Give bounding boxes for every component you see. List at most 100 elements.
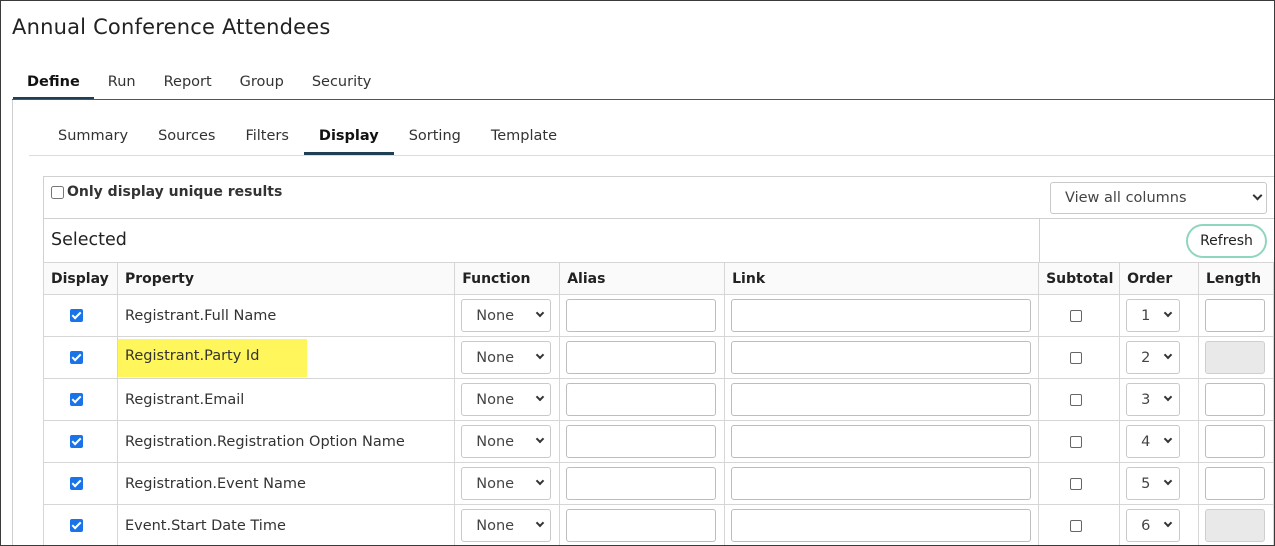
- link-input[interactable]: [731, 467, 1032, 500]
- chevron-down-icon: [1252, 190, 1263, 201]
- unique-results-option[interactable]: Only display unique results: [51, 184, 282, 200]
- function-value: None: [476, 350, 515, 366]
- display-checkbox[interactable]: [69, 351, 83, 364]
- property-name: Registration.Event Name: [124, 475, 306, 492]
- view-columns-select[interactable]: View all columns: [1050, 182, 1267, 214]
- link-input[interactable]: [731, 383, 1032, 416]
- function-select[interactable]: None: [461, 383, 552, 416]
- refresh-button[interactable]: Refresh: [1186, 224, 1267, 258]
- table-header-row: Display Property Function Alias Link Sub…: [43, 262, 1274, 295]
- selected-divider: [1039, 218, 1040, 262]
- chevron-down-icon: [535, 350, 545, 360]
- display-checkbox[interactable]: [69, 477, 83, 490]
- subtab-sources[interactable]: Sources: [143, 125, 230, 155]
- order-select[interactable]: 5: [1126, 467, 1181, 500]
- function-select[interactable]: None: [461, 509, 552, 542]
- length-input[interactable]: [1204, 425, 1265, 458]
- table-row: Event.Start Date Time None 6: [43, 504, 1274, 545]
- link-input[interactable]: [731, 425, 1032, 458]
- unique-results-label: Only display unique results: [67, 184, 283, 200]
- display-columns-table: Display Property Function Alias Link Sub…: [43, 262, 1274, 545]
- order-value: 2: [1141, 350, 1151, 366]
- tab-security[interactable]: Security: [298, 71, 386, 100]
- alias-input[interactable]: [566, 299, 717, 332]
- chevron-down-icon: [535, 392, 545, 402]
- function-select[interactable]: None: [461, 341, 552, 374]
- function-select[interactable]: None: [461, 467, 552, 500]
- selected-heading: Selected: [51, 230, 127, 250]
- link-input[interactable]: [731, 509, 1032, 542]
- length-input-disabled: [1204, 341, 1265, 374]
- order-select[interactable]: 3: [1126, 383, 1181, 416]
- alias-input[interactable]: [566, 425, 717, 458]
- order-value: 3: [1141, 392, 1151, 408]
- subtotal-checkbox[interactable]: [1070, 477, 1083, 490]
- tab-run[interactable]: Run: [94, 71, 150, 100]
- subtab-sorting[interactable]: Sorting: [394, 125, 476, 155]
- report-window: Annual Conference Attendees Define Run R…: [0, 0, 1275, 546]
- column-header-alias: Alias: [559, 262, 726, 295]
- function-select[interactable]: None: [461, 299, 552, 332]
- alias-input[interactable]: [566, 383, 717, 416]
- main-tab-divider: [12, 99, 1274, 100]
- display-checkbox[interactable]: [69, 519, 83, 532]
- property-name: Registrant.Email: [124, 391, 245, 408]
- column-header-order: Order: [1119, 262, 1199, 295]
- chevron-down-icon: [535, 476, 545, 486]
- main-tab-bar: Define Run Report Group Security: [13, 71, 385, 101]
- length-input[interactable]: [1204, 383, 1265, 416]
- property-name: Registrant.Full Name: [124, 307, 277, 324]
- column-header-display: Display: [43, 262, 118, 295]
- function-select[interactable]: None: [461, 425, 552, 458]
- link-input[interactable]: [731, 299, 1032, 332]
- column-header-length: Length: [1197, 262, 1274, 295]
- column-header-link: Link: [724, 262, 1040, 295]
- property-name: Event.Start Date Time: [124, 517, 286, 534]
- subtotal-checkbox[interactable]: [1070, 351, 1083, 364]
- view-columns-value: View all columns: [1065, 190, 1187, 206]
- order-select[interactable]: 4: [1126, 425, 1181, 458]
- chevron-down-icon: [1163, 308, 1173, 318]
- length-input[interactable]: [1204, 467, 1265, 500]
- display-checkbox[interactable]: [69, 309, 83, 322]
- function-value: None: [476, 308, 515, 324]
- order-select[interactable]: 6: [1126, 509, 1181, 542]
- tab-report[interactable]: Report: [150, 71, 226, 100]
- property-name-highlighted: Registrant.Party Id: [117, 338, 308, 377]
- function-value: None: [476, 434, 515, 450]
- display-checkbox[interactable]: [69, 393, 83, 406]
- column-header-function: Function: [454, 262, 561, 295]
- subtab-template[interactable]: Template: [476, 125, 572, 155]
- chevron-down-icon: [1163, 476, 1173, 486]
- order-select[interactable]: 2: [1126, 341, 1181, 374]
- alias-input[interactable]: [566, 341, 717, 374]
- table-row: Registration.Registration Option Name No…: [43, 420, 1274, 463]
- sub-tab-bar: Summary Sources Filters Display Sorting …: [43, 125, 572, 155]
- link-input[interactable]: [731, 341, 1032, 374]
- alias-input[interactable]: [566, 509, 717, 542]
- subtotal-checkbox[interactable]: [1070, 393, 1083, 406]
- chevron-down-icon: [535, 518, 545, 528]
- alias-input[interactable]: [566, 467, 717, 500]
- subtotal-checkbox[interactable]: [1070, 435, 1083, 448]
- display-checkbox[interactable]: [69, 435, 83, 448]
- length-input[interactable]: [1204, 299, 1265, 332]
- subtab-summary[interactable]: Summary: [43, 125, 143, 155]
- function-value: None: [476, 392, 515, 408]
- subtotal-checkbox[interactable]: [1070, 519, 1083, 532]
- function-value: None: [476, 476, 515, 492]
- subtotal-checkbox[interactable]: [1070, 309, 1083, 322]
- table-row: Registration.Event Name None 5: [43, 462, 1274, 505]
- tab-define[interactable]: Define: [13, 71, 94, 100]
- order-value: 5: [1141, 476, 1151, 492]
- order-value: 4: [1141, 434, 1151, 450]
- subtab-display[interactable]: Display: [303, 125, 394, 155]
- column-header-subtotal: Subtotal: [1038, 262, 1121, 295]
- tab-group[interactable]: Group: [226, 71, 298, 100]
- chevron-down-icon: [1163, 392, 1173, 402]
- subtab-filters[interactable]: Filters: [230, 125, 303, 155]
- function-value: None: [476, 518, 515, 534]
- unique-results-checkbox[interactable]: [51, 185, 64, 199]
- chevron-down-icon: [1163, 518, 1173, 528]
- order-select[interactable]: 1: [1126, 299, 1181, 332]
